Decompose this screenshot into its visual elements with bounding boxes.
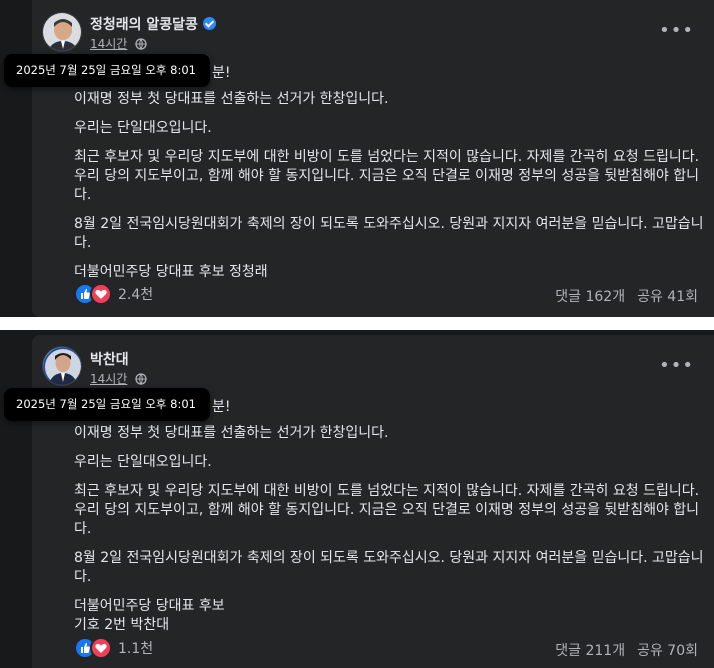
paragraph: 8월 2일 전국임시당원대회가 축제의 장이 되도록 도와주십시오. 당원과 지… xyxy=(74,550,704,585)
screenshot-divider xyxy=(0,317,714,330)
paragraph: 더불어민주당 당대표 후보 xyxy=(74,598,225,614)
reaction-summary[interactable]: 1.1천 xyxy=(74,637,153,659)
paragraph: 더불어민주당 당대표 후보 정청래 xyxy=(74,264,268,280)
avatar[interactable] xyxy=(42,346,82,386)
post-timestamp[interactable]: 14시간 xyxy=(90,37,127,51)
share-count[interactable]: 공유 70회 xyxy=(637,643,698,659)
more-options-icon[interactable]: ••• xyxy=(659,20,694,41)
love-reaction-icon xyxy=(90,637,112,659)
paragraph: 이재명 정부 첫 당대표를 선출하는 선거가 한창입니다. xyxy=(74,91,389,107)
post-body: 이재명 정부 첫 당대표를 선출하는 선거가 한창입니다. 우리는 단일대오입니… xyxy=(74,90,714,282)
author-link[interactable]: 박찬대 xyxy=(90,352,129,368)
comment-count[interactable]: 댓글 211개 xyxy=(555,643,625,659)
reaction-summary[interactable]: 2.4천 xyxy=(74,283,153,305)
avatar-photo xyxy=(43,13,81,51)
first-line-trail: 분! xyxy=(212,399,231,415)
timestamp-tooltip: 2025년 7월 25일 금요일 오후 8:01 xyxy=(4,388,210,421)
share-count[interactable]: 공유 41회 xyxy=(637,289,698,305)
engagement-stats: 댓글 162개 공유 41회 xyxy=(543,286,698,306)
engagement-stats: 댓글 211개 공유 70회 xyxy=(543,640,698,660)
paragraph: 우리는 단일대오입니다. xyxy=(74,454,212,470)
post-timestamp[interactable]: 14시간 xyxy=(90,372,127,386)
author-name[interactable]: 정청래의 알콩달콩 xyxy=(90,14,216,34)
paragraph: 우리는 단일대오입니다. xyxy=(74,120,212,136)
post-card-1: 정청래의 알콩달콩 14시간 ••• 분! 이재명 정부 첫 당대표를 선출하는… xyxy=(32,0,714,317)
post-meta: 14시간 xyxy=(90,35,147,52)
avatar-photo xyxy=(43,347,81,385)
post-card-2: 박찬대 14시간 ••• 분! 이재명 정부 첫 당대표를 선출하는 선거가 한… xyxy=(32,335,714,668)
more-options-icon[interactable]: ••• xyxy=(659,355,694,376)
love-reaction-icon xyxy=(90,283,112,305)
avatar[interactable] xyxy=(42,12,82,52)
comment-count[interactable]: 댓글 162개 xyxy=(555,289,625,305)
verified-badge-icon xyxy=(202,17,216,30)
globe-icon xyxy=(135,38,147,50)
timestamp-tooltip: 2025년 7월 25일 금요일 오후 8:01 xyxy=(4,54,210,87)
globe-icon xyxy=(135,373,147,385)
first-line-trail: 분! xyxy=(212,65,231,81)
reaction-count[interactable]: 2.4천 xyxy=(118,284,153,304)
author-name[interactable]: 박찬대 xyxy=(90,349,129,369)
author-link[interactable]: 정청래의 알콩달콩 xyxy=(90,17,198,33)
paragraph: 이재명 정부 첫 당대표를 선출하는 선거가 한창입니다. xyxy=(74,425,389,441)
reaction-count[interactable]: 1.1천 xyxy=(118,638,153,658)
post-meta: 14시간 xyxy=(90,370,147,387)
paragraph: 8월 2일 전국임시당원대회가 축제의 장이 되도록 도와주십시오. 당원과 지… xyxy=(74,216,704,251)
paragraph: 최근 후보자 및 우리당 지도부에 대한 비방이 도를 넘었다는 지적이 많습니… xyxy=(74,149,700,203)
paragraph: 기호 2번 박찬대 xyxy=(74,617,170,633)
paragraph: 최근 후보자 및 우리당 지도부에 대한 비방이 도를 넘었다는 지적이 많습니… xyxy=(74,483,700,537)
post-body: 이재명 정부 첫 당대표를 선출하는 선거가 한창입니다. 우리는 단일대오입니… xyxy=(74,424,714,635)
